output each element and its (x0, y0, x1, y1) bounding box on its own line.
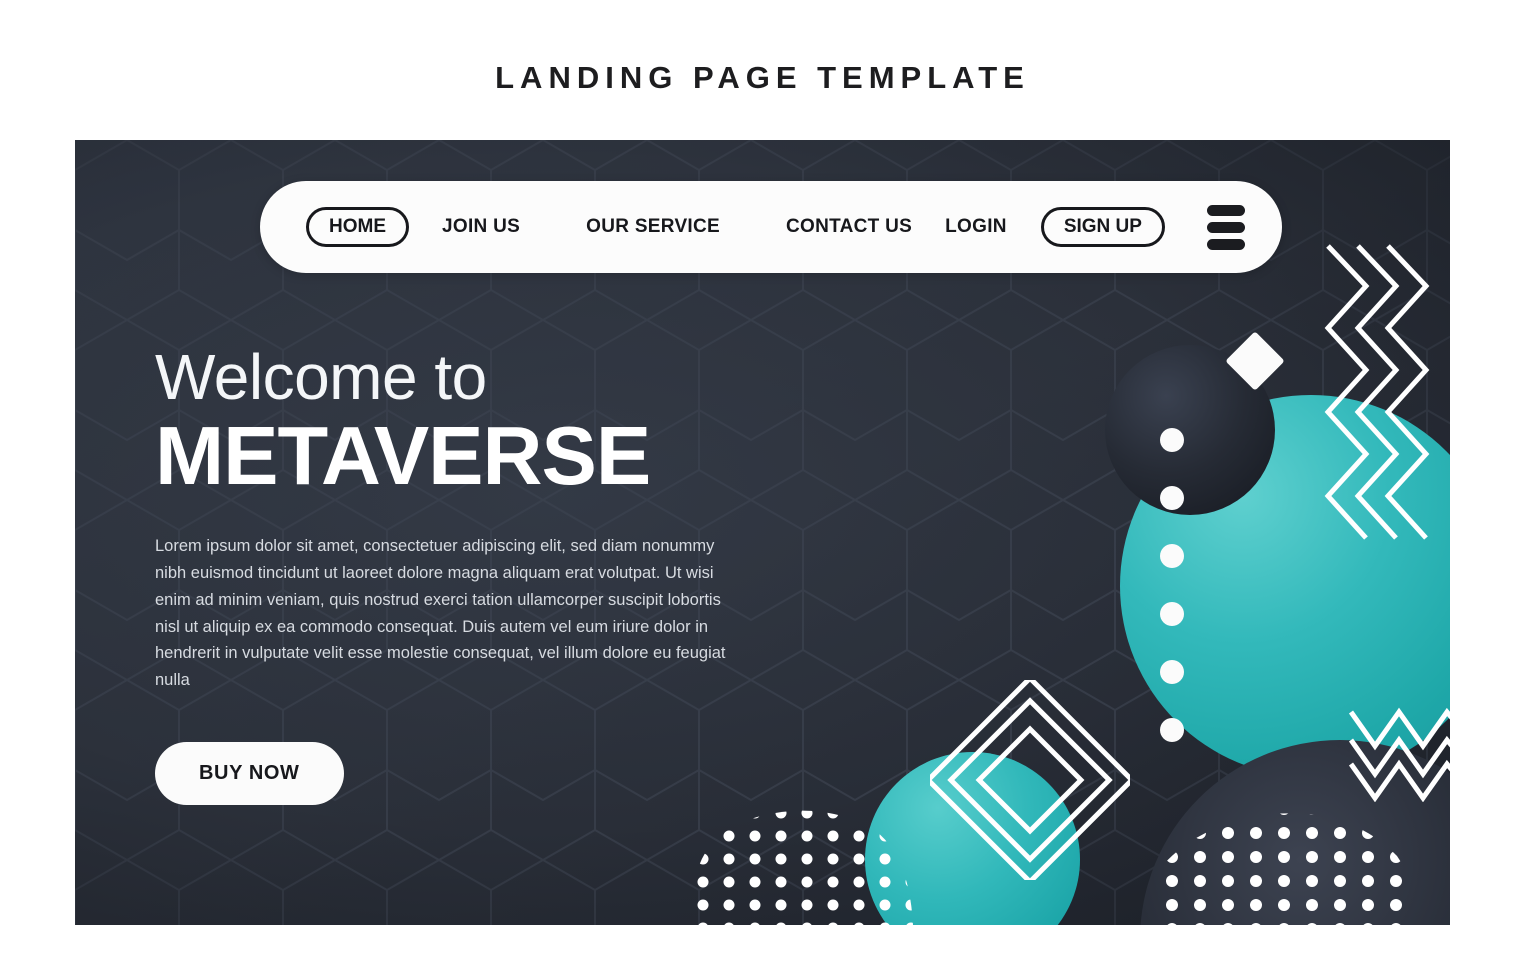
hamburger-menu-icon[interactable] (1206, 204, 1245, 250)
nav-item-contact-us[interactable]: CONTACT US (753, 216, 945, 238)
page-title: LANDING PAGE TEMPLATE (495, 60, 1030, 95)
main-navbar: HOME JOIN US OUR SERVICE CONTACT US LOGI… (260, 181, 1282, 273)
hamburger-bar (1206, 238, 1245, 250)
hero-panel: Welcome to METAVERSE Lorem ipsum dolor s… (75, 140, 1450, 925)
landing-page-template: LANDING PAGE TEMPLATE Welcome to METAVER… (0, 0, 1525, 980)
hero-headline: METAVERSE (155, 409, 651, 503)
hero-content: Welcome to METAVERSE Lorem ipsum dolor s… (155, 341, 775, 805)
hamburger-bar (1206, 204, 1245, 216)
hero-eyebrow: Welcome to (155, 341, 487, 413)
nav-secondary-group: LOGIN SIGN UP (945, 204, 1245, 250)
nav-item-our-service[interactable]: OUR SERVICE (553, 216, 753, 238)
hero-body-text: Lorem ipsum dolor sit amet, consectetuer… (155, 537, 726, 689)
nav-item-login[interactable]: LOGIN (945, 216, 1007, 238)
buy-now-button[interactable]: BUY NOW (155, 741, 344, 805)
nav-item-join-us[interactable]: JOIN US (409, 216, 553, 238)
nav-item-home[interactable]: HOME (306, 207, 409, 247)
nav-item-sign-up[interactable]: SIGN UP (1040, 207, 1165, 247)
nav-primary-group: HOME JOIN US OUR SERVICE CONTACT US (306, 207, 945, 247)
hamburger-bar (1206, 221, 1245, 233)
